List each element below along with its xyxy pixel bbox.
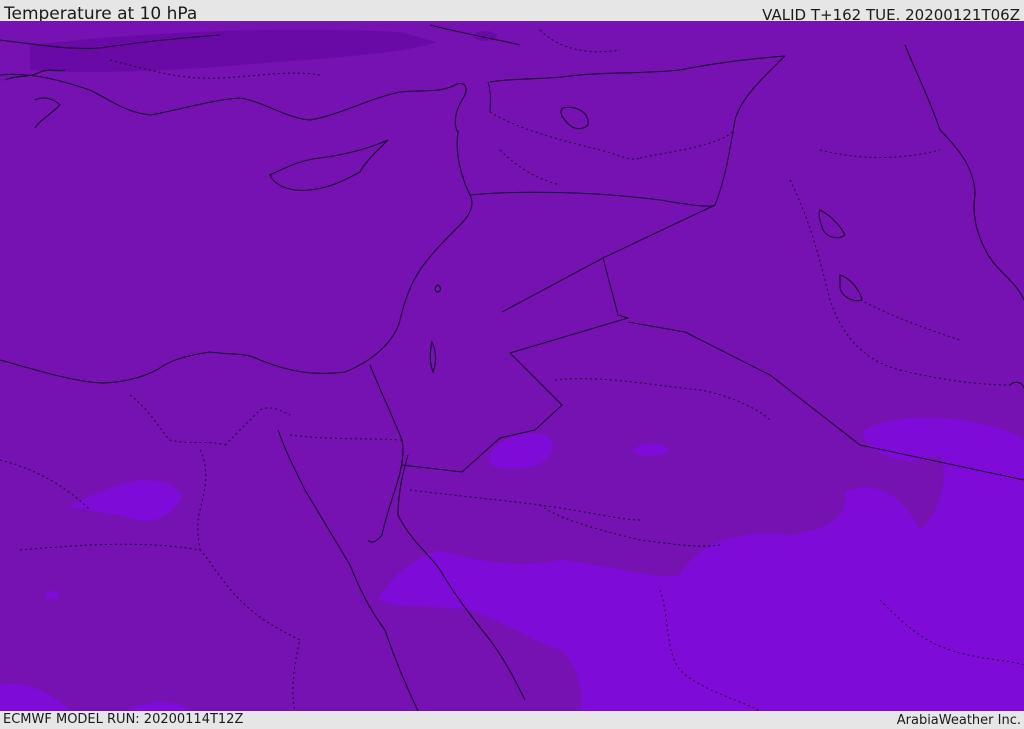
model-run-label: ECMWF MODEL RUN: 20200114T12Z — [3, 712, 244, 727]
credit-label: ArabiaWeather Inc. — [896, 713, 1021, 728]
header-bar: Temperature at 10 hPa VALID T+162 TUE. 2… — [0, 0, 1024, 24]
footer-bar: ECMWF MODEL RUN: 20200114T12Z ArabiaWeat… — [0, 711, 1024, 729]
temperature-contour-warm-patch — [45, 591, 59, 599]
weather-map-frame: Temperature at 10 hPa VALID T+162 TUE. 2… — [0, 0, 1024, 729]
map-area — [0, 21, 1024, 711]
